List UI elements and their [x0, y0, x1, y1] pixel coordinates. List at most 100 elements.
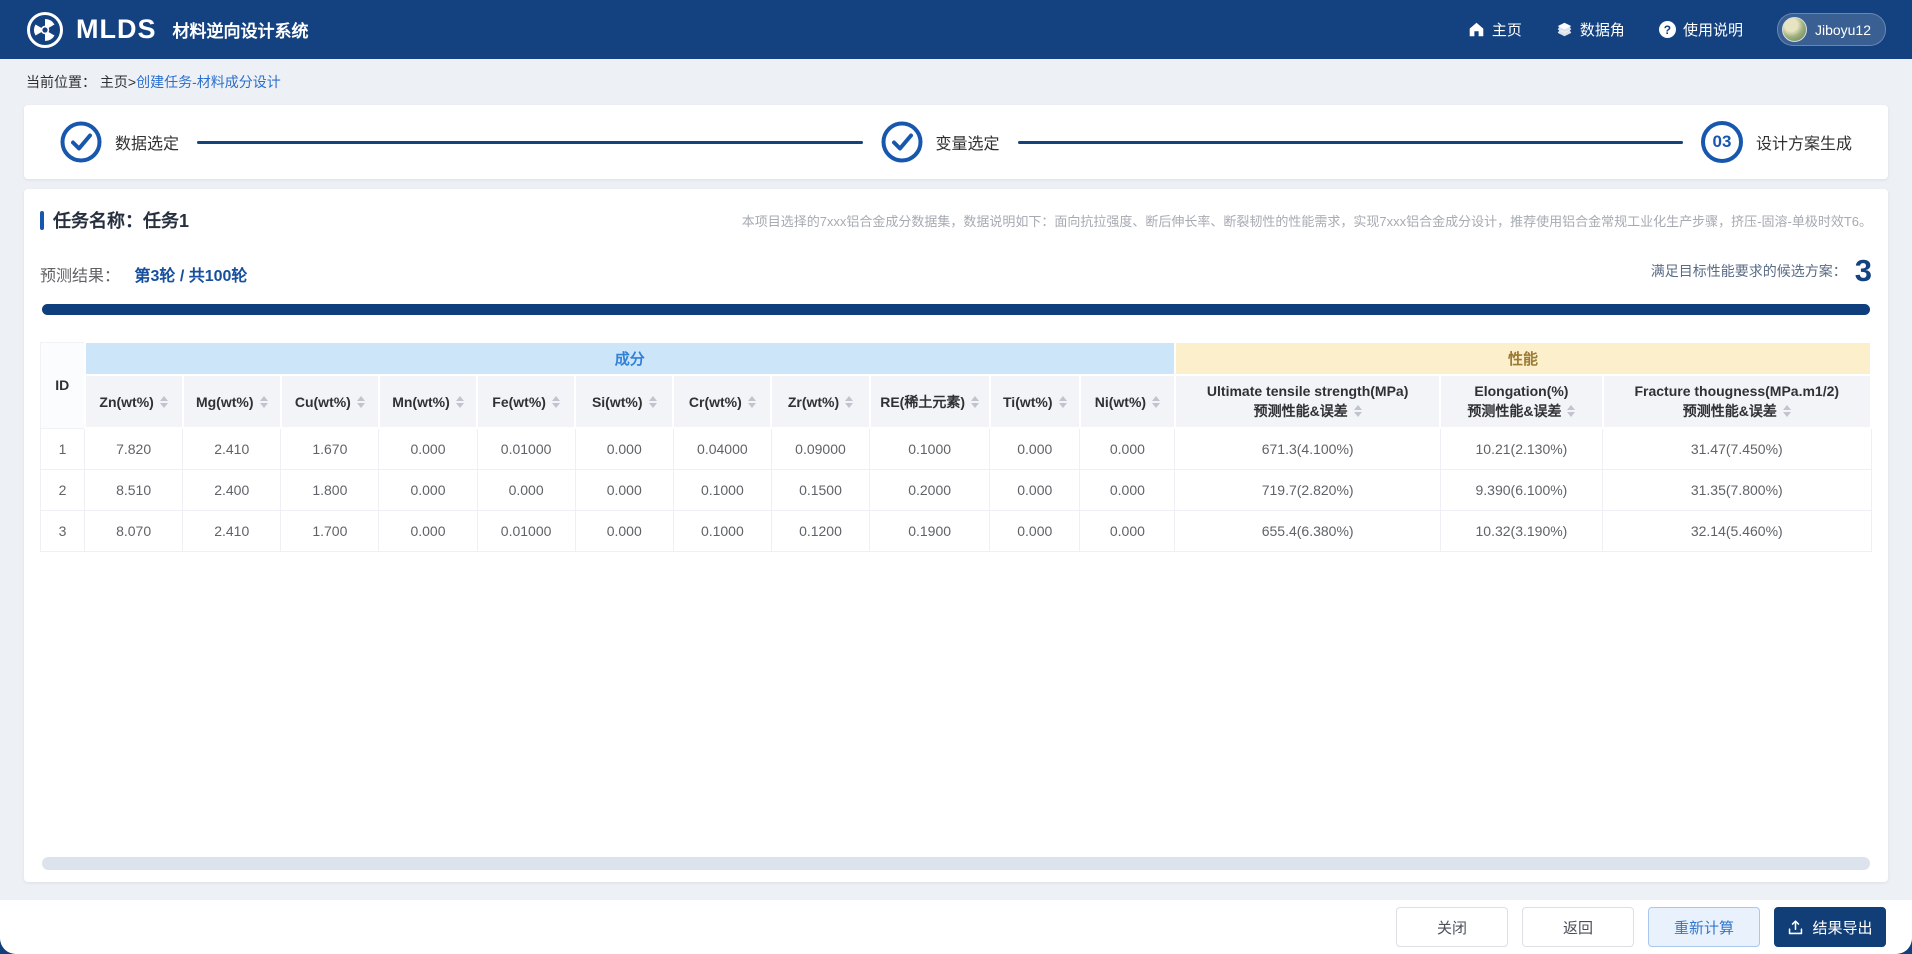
column-header-label: Ti(wt%): [1003, 393, 1053, 410]
column-header[interactable]: Fracture thougness(MPa.m1/2) 预测性能&误差: [1601, 374, 1873, 429]
task-header: 任务名称：任务1 本项目选择的7xxx铝合金成分数据集，数据说明如下：面向抗拉强…: [40, 207, 1872, 233]
column-header-label: Fe(wt%): [492, 393, 546, 410]
composition-cell: 0.04000: [672, 427, 772, 470]
sort-icon[interactable]: [747, 395, 756, 408]
column-header[interactable]: Zn(wt%): [83, 374, 184, 429]
column-header[interactable]: Zr(wt%): [770, 374, 871, 429]
composition-cell: 7.820: [84, 427, 184, 470]
check-circle-icon: [60, 121, 102, 163]
composition-cell: 0.09000: [770, 427, 871, 470]
nav-item-data[interactable]: 数据角: [1556, 19, 1625, 40]
step-label: 数据选定: [115, 136, 180, 153]
sort-icon[interactable]: [1782, 404, 1791, 417]
table-row: 1 7.820 2.410 1.670 0.000 0.01000 0.000 0.04000…: [39, 427, 1872, 470]
performance-cell: 10.32(3.190%): [1439, 509, 1604, 552]
composition-cell: 0.000: [378, 468, 478, 511]
column-header[interactable]: Cu(wt%): [279, 374, 380, 429]
check-circle-icon: [881, 121, 923, 163]
round-info: 第3轮 / 共100轮: [134, 268, 248, 285]
nav-item-label: 使用说明: [1682, 22, 1743, 39]
column-header[interactable]: Ni(wt%): [1078, 374, 1176, 429]
candidate-label: 满足目标性能要求的候选方案：: [1650, 263, 1847, 279]
sort-icon[interactable]: [845, 395, 854, 408]
performance-cell: 31.47(7.450%): [1602, 427, 1872, 470]
recalculate-button[interactable]: 重新计算: [1648, 907, 1760, 947]
user-menu[interactable]: Jiboyu12: [1776, 13, 1886, 46]
sort-icon[interactable]: [159, 395, 168, 408]
composition-cell: 2.400: [182, 468, 282, 511]
composition-cell: 0.000: [574, 427, 674, 470]
column-header-label: Mn(wt%): [392, 393, 450, 410]
composition-cell: 0.1000: [869, 427, 991, 470]
column-header[interactable]: RE(稀土元素): [868, 374, 991, 429]
avatar: [1781, 17, 1807, 42]
results-table: ID 成分 性能 Zn(wt%) Mg(wt%) Cu(wt%) Mn(wt%) Fe(wt%…: [39, 341, 1873, 552]
composition-cell: 0.1200: [770, 509, 871, 552]
column-header[interactable]: Fe(wt%): [476, 374, 577, 429]
sort-icon[interactable]: [1567, 404, 1576, 417]
column-header[interactable]: Mn(wt%): [377, 374, 479, 429]
sort-icon[interactable]: [1152, 395, 1161, 408]
nav-item-help[interactable]: ? 使用说明: [1658, 19, 1743, 40]
composition-cell: 0.000: [476, 468, 576, 511]
progress-bar: [42, 304, 1870, 315]
sort-icon[interactable]: [971, 395, 980, 408]
column-header[interactable]: Si(wt%): [574, 374, 675, 429]
column-header[interactable]: Elongation(%) 预测性能&误差: [1439, 374, 1604, 429]
sort-icon[interactable]: [551, 395, 560, 408]
logo-icon: [26, 11, 64, 49]
sort-icon[interactable]: [356, 395, 365, 408]
table-row: 3 8.070 2.410 1.700 0.000 0.01000 0.000 0.1000 0…: [39, 509, 1872, 552]
export-icon: [1787, 919, 1804, 936]
breadcrumb-home[interactable]: 主页>: [100, 72, 136, 92]
export-button-label: 结果导出: [1812, 919, 1873, 937]
step-label: 变量选定: [935, 136, 1000, 153]
sort-icon[interactable]: [455, 395, 464, 408]
footer-actions: 关闭 返回 重新计算 结果导出: [0, 900, 1912, 954]
back-button[interactable]: 返回: [1522, 907, 1634, 947]
performance-cell: 655.4(6.380%): [1174, 509, 1441, 552]
sort-icon[interactable]: [1353, 404, 1362, 417]
column-header[interactable]: Mg(wt%): [181, 374, 282, 429]
main-card: 任务名称：任务1 本项目选择的7xxx铝合金成分数据集，数据说明如下：面向抗拉强…: [24, 189, 1888, 882]
breadcrumb-current[interactable]: 创建任务-材料成分设计: [136, 72, 281, 92]
dataset-description: 本项目选择的7xxx铝合金成分数据集，数据说明如下：面向抗拉强度、断后伸长率、断…: [741, 213, 1872, 229]
row-id-cell: 2: [39, 468, 86, 511]
sort-icon[interactable]: [1058, 395, 1067, 408]
column-header[interactable]: Cr(wt%): [672, 374, 773, 429]
close-button[interactable]: 关闭: [1396, 907, 1508, 947]
performance-cell: 9.390(6.100%): [1439, 468, 1604, 511]
group-header-composition: 成分: [83, 341, 1176, 376]
step-label: 设计方案生成: [1756, 136, 1853, 153]
composition-cell: 0.2000: [869, 468, 991, 511]
composition-cell: 8.070: [84, 509, 184, 552]
composition-cell: 0.01000: [476, 509, 576, 552]
composition-cell: 0.1900: [869, 509, 991, 552]
composition-cell: 0.000: [1079, 427, 1176, 470]
composition-cell: 0.000: [574, 468, 674, 511]
home-icon: [1468, 21, 1485, 38]
composition-cell: 2.410: [182, 427, 282, 470]
column-subheader-label: 预测性能&误差: [1253, 402, 1348, 419]
step-connector: [197, 140, 863, 144]
column-subheader-label: 预测性能&误差: [1682, 402, 1777, 419]
empty-area: [40, 552, 1872, 858]
breadcrumb-prefix: 当前位置：: [26, 74, 96, 90]
step-variable-selection: 变量选定: [881, 121, 1000, 163]
column-header-label: Fracture thougness(MPa.m1/2): [1634, 382, 1840, 399]
sort-icon[interactable]: [648, 395, 657, 408]
username: Jiboyu12: [1814, 21, 1871, 38]
result-row: 预测结果： 第3轮 / 共100轮 满足目标性能要求的候选方案： 3: [40, 255, 1872, 286]
column-header[interactable]: Ultimate tensile strength(MPa) 预测性能&误差: [1173, 374, 1442, 429]
export-button[interactable]: 结果导出: [1774, 907, 1886, 947]
performance-cell: 719.7(2.820%): [1174, 468, 1441, 511]
nav-item-home[interactable]: 主页: [1468, 19, 1522, 40]
horizontal-scrollbar[interactable]: [42, 857, 1870, 870]
help-icon: ?: [1658, 21, 1676, 38]
sort-icon[interactable]: [259, 395, 268, 408]
breadcrumb: 当前位置： 主页> 创建任务-材料成分设计: [0, 59, 1912, 105]
composition-cell: 0.1500: [770, 468, 871, 511]
column-header[interactable]: Ti(wt%): [988, 374, 1081, 429]
composition-cell: 0.000: [1079, 468, 1176, 511]
candidate-count: 3: [1854, 253, 1872, 288]
